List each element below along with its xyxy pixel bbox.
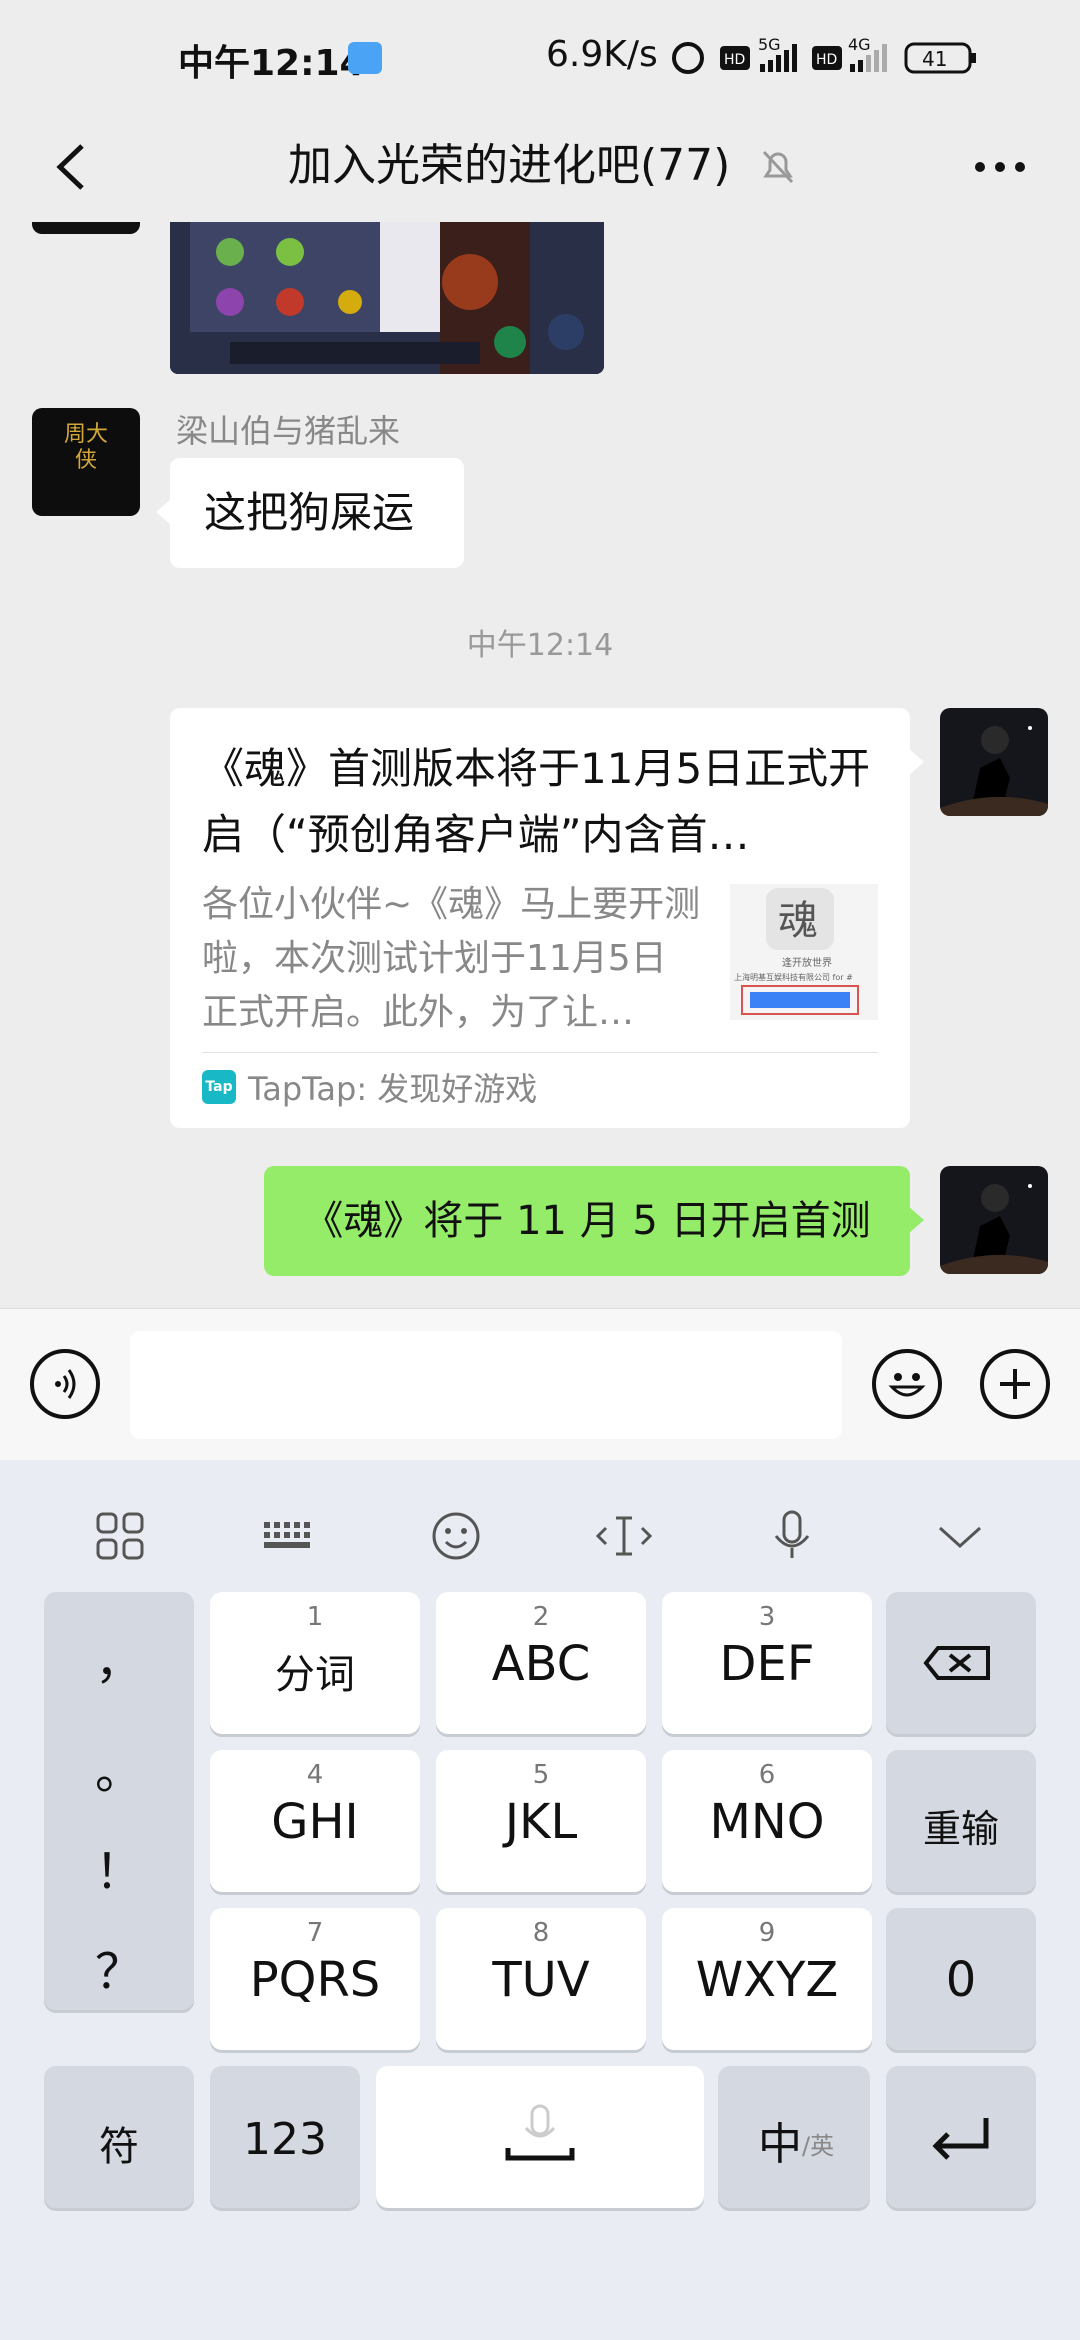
key-6[interactable]: 6 MNO [662,1750,872,1892]
cursor-icon[interactable] [584,1496,664,1576]
key-9[interactable]: 9 WXYZ [662,1908,872,2050]
reenter-key[interactable]: 重输 [886,1750,1036,1892]
avatar-text: 周大侠 [63,422,108,473]
svg-text:5G: 5G [758,38,781,54]
punct-exclaim[interactable]: ！ [44,1832,194,1902]
link-card-message[interactable]: 《魂》首测版本将于11月5日正式开启（“预创角客户端”内含首… 各位小伙伴~《魂… [170,708,924,1128]
keyboard-icon[interactable] [248,1496,328,1576]
input-bar [0,1308,1080,1461]
grid-icon[interactable] [80,1496,160,1576]
plus-icon[interactable] [980,1349,1050,1419]
key-7[interactable]: 7 PQRS [210,1908,420,2050]
chat-title: 加入光荣的进化吧(77) [288,140,731,191]
key-3[interactable]: 3 DEF [662,1592,872,1734]
svg-text:HD: HD [724,52,745,68]
alarm-icon [672,42,704,74]
language-switch-key[interactable]: 中 /英 [718,2066,870,2208]
card-thumbnail: 魂 逢开放世界 上海明基互娱科技有限公司 for # [730,884,878,1020]
voice-icon[interactable] [30,1349,100,1419]
backspace-key[interactable] [886,1592,1036,1734]
card-divider [202,1052,878,1053]
key-8[interactable]: 8 TUV [436,1908,646,2050]
ime-keyboard: ， 。 ！ ？ 1 分词 2 ABC 3 DEF 4 GHI 5 JKL 6 MNO 重输 … [0,1460,1080,2340]
mic-icon[interactable] [752,1496,832,1576]
card-title: 《魂》首测版本将于11月5日正式开启（“预创角客户端”内含首… [202,744,871,859]
svg-text:41: 41 [922,47,947,71]
sent-text-message[interactable]: 《魂》将于 11 月 5 日开启首测 [264,1166,924,1276]
svg-text:HD: HD [816,52,837,68]
calendar-notification-icon [348,42,382,74]
svg-text:4G: 4G [848,38,871,54]
image-message[interactable] [170,222,604,374]
message-timestamp: 中午12:14 [466,628,614,663]
status-bar: 中午12:14 6.9K/s HD 5G HD 4G 41 [0,0,1080,118]
more-dots-icon[interactable] [970,142,1030,192]
svg-text:上海明基互娱科技有限公司 for #: 上海明基互娱科技有限公司 for # [734,972,853,982]
text-message[interactable]: 这把狗屎运 [156,458,464,568]
status-time: 中午12:14 [178,43,365,84]
message-input[interactable] [130,1331,842,1439]
key-1[interactable]: 1 分词 [210,1592,420,1734]
card-source: TapTap: 发现好游戏 [248,1070,538,1108]
enter-icon [932,2118,989,2160]
avatar[interactable]: 周大侠 [32,408,140,516]
key-5[interactable]: 5 JKL [436,1750,646,1892]
smiley-icon[interactable] [416,1496,496,1576]
backspace-icon [923,1646,990,1680]
chat-header: 加入光荣的进化吧(77) [0,118,1080,222]
enter-key[interactable] [886,2066,1036,2208]
status-icons: HD 5G HD 4G 41 [672,38,976,74]
numbers-key[interactable]: 123 [210,2066,360,2208]
symbol-key[interactable]: 符 [44,2066,194,2208]
network-speed: 6.9K/s [546,34,658,75]
svg-text:逢开放世界: 逢开放世界 [782,956,832,969]
card-description: 各位小伙伴~《魂》马上要开测啦，本次测试计划于11月5日正式开启。此外，为了让… [202,884,701,1033]
punctuation-column[interactable]: ， 。 ！ ？ [44,1592,194,2010]
space-key[interactable] [376,2066,704,2208]
zero-key[interactable]: 0 [886,1908,1036,2050]
avatar-self[interactable] [940,708,1048,816]
punct-question[interactable]: ？ [44,1932,194,2002]
punct-period[interactable]: 。 [44,1732,194,1802]
key-2[interactable]: 2 ABC [436,1592,646,1734]
key-4[interactable]: 4 GHI [210,1750,420,1892]
avatar-partial[interactable] [32,222,140,234]
mic-hint-icon [530,2104,550,2136]
sender-name: 梁山伯与猪乱来 [176,412,401,450]
svg-text:魂: 魂 [778,898,818,944]
collapse-icon[interactable] [920,1496,1000,1576]
chat-messages[interactable]: 周大侠 梁山伯与猪乱来 这把狗屎运 中午12:14 《魂》首测版本将于11月5日… [0,222,1080,1308]
emoji-icon[interactable] [872,1349,942,1419]
taptap-logo-icon: Tap [202,1070,236,1104]
punct-comma[interactable]: ， [44,1622,194,1692]
avatar-self[interactable] [940,1166,1048,1274]
chevron-left-icon[interactable] [38,132,108,202]
bell-off-icon [762,150,794,184]
